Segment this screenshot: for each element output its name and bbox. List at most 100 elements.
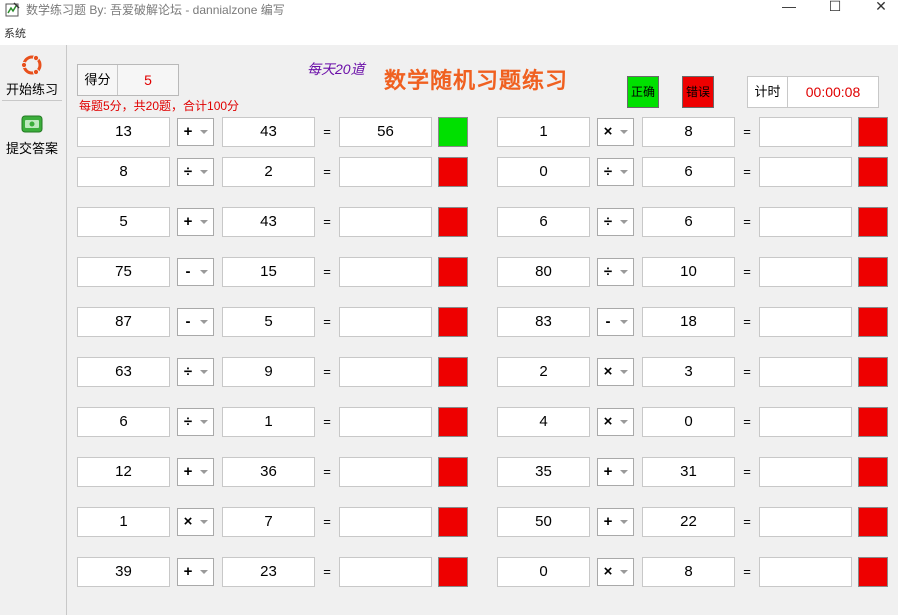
answer-input[interactable] [339, 307, 432, 337]
operator-select[interactable]: ÷ [597, 158, 634, 186]
answer-input[interactable] [759, 557, 852, 587]
start-practice-button[interactable]: 开始练习 [0, 49, 64, 99]
equals-sign: = [323, 514, 331, 529]
answer-status-indicator [438, 557, 468, 587]
operand-a-field: 87 [77, 307, 170, 337]
operator-select[interactable]: + [597, 458, 634, 486]
operand-b-field: 8 [642, 117, 735, 147]
answer-input[interactable] [759, 157, 852, 187]
problem-row: 63 ÷ 9 = [77, 357, 477, 387]
operand-b-field: 10 [642, 257, 735, 287]
problem-row: 4 × 0 = [497, 407, 897, 437]
operand-b-field: 31 [642, 457, 735, 487]
answer-input[interactable] [759, 407, 852, 437]
operator-select[interactable]: × [597, 358, 634, 386]
operator-select[interactable]: × [597, 558, 634, 586]
timer-box: 计时 00:00:08 [747, 76, 879, 108]
maximize-button[interactable]: ☐ [812, 0, 858, 14]
submit-answers-button[interactable]: 提交答案 [0, 108, 64, 158]
answer-input[interactable] [759, 117, 852, 147]
operator-select[interactable]: + [177, 558, 214, 586]
minimize-button[interactable]: — [766, 0, 812, 14]
equals-sign: = [743, 124, 751, 139]
operand-a-field: 0 [497, 157, 590, 187]
answer-status-indicator [438, 357, 468, 387]
answer-status-indicator [858, 157, 888, 187]
operand-b-field: 6 [642, 157, 735, 187]
operand-b-field: 43 [222, 207, 315, 237]
operator-select[interactable]: + [177, 118, 214, 146]
legend-correct: 正确 [627, 76, 659, 108]
chevron-down-icon [620, 220, 628, 224]
equals-sign: = [743, 314, 751, 329]
answer-status-indicator [858, 117, 888, 147]
operator-select[interactable]: × [597, 118, 634, 146]
operand-a-field: 50 [497, 507, 590, 537]
equals-sign: = [743, 214, 751, 229]
chevron-down-icon [200, 370, 208, 374]
equals-sign: = [743, 464, 751, 479]
operator-select[interactable]: ÷ [597, 258, 634, 286]
chevron-down-icon [620, 520, 628, 524]
operator-select[interactable]: ÷ [177, 408, 214, 436]
operator-select[interactable]: ÷ [177, 358, 214, 386]
start-practice-label: 开始练习 [5, 82, 58, 97]
answer-input[interactable] [339, 407, 432, 437]
problem-row: 6 ÷ 1 = [77, 407, 477, 437]
answer-status-indicator [858, 557, 888, 587]
operator-symbol: ÷ [603, 263, 613, 280]
problem-row: 39 +23 = [77, 557, 477, 587]
answer-input[interactable] [759, 207, 852, 237]
operator-select[interactable]: × [597, 408, 634, 436]
chevron-down-icon [200, 220, 208, 224]
operand-b-field: 8 [642, 557, 735, 587]
operator-select[interactable]: + [177, 458, 214, 486]
answer-input[interactable] [759, 457, 852, 487]
answer-status-indicator [438, 457, 468, 487]
answer-input[interactable] [339, 507, 432, 537]
operator-symbol: + [603, 513, 613, 530]
operator-symbol: ÷ [183, 413, 193, 430]
operator-select[interactable]: - [177, 258, 214, 286]
title-bar: 数学练习题 By: 吾爱破解论坛 - dannialzone 编写 — ☐ ✕ [0, 0, 898, 28]
answer-input[interactable] [339, 207, 432, 237]
answer-input[interactable] [759, 307, 852, 337]
operator-select[interactable]: - [177, 308, 214, 336]
operator-select[interactable]: ÷ [177, 158, 214, 186]
close-button[interactable]: ✕ [858, 0, 898, 14]
operator-select[interactable]: × [177, 508, 214, 536]
operator-symbol: ÷ [183, 163, 193, 180]
answer-input[interactable] [759, 357, 852, 387]
operator-select[interactable]: + [597, 508, 634, 536]
answer-input[interactable]: 56 [339, 117, 432, 147]
answer-status-indicator [858, 257, 888, 287]
answer-input[interactable] [759, 507, 852, 537]
score-value: 5 [144, 72, 152, 88]
operand-b-field: 7 [222, 507, 315, 537]
problem-row: 6 ÷ 6 = [497, 207, 897, 237]
operator-symbol: + [603, 463, 613, 480]
answer-status-indicator [438, 407, 468, 437]
operand-b-field: 3 [642, 357, 735, 387]
app-icon [5, 2, 20, 17]
answer-input[interactable] [339, 157, 432, 187]
operator-symbol: × [603, 413, 613, 430]
chevron-down-icon [200, 470, 208, 474]
equals-sign: = [323, 564, 331, 579]
menu-system[interactable]: 系统 [4, 28, 26, 41]
answer-input[interactable] [339, 557, 432, 587]
answer-status-indicator [858, 207, 888, 237]
operand-b-field: 5 [222, 307, 315, 337]
operator-select[interactable]: + [177, 208, 214, 236]
problem-row: 0 × 8 = [497, 557, 897, 587]
answer-input[interactable] [759, 257, 852, 287]
operator-select[interactable]: - [597, 308, 634, 336]
operator-symbol: × [603, 363, 613, 380]
operand-b-field: 23 [222, 557, 315, 587]
menu-bar: 系统 [0, 28, 898, 45]
answer-input[interactable] [339, 457, 432, 487]
operator-symbol: + [183, 213, 193, 230]
answer-input[interactable] [339, 357, 432, 387]
answer-input[interactable] [339, 257, 432, 287]
operator-select[interactable]: ÷ [597, 208, 634, 236]
